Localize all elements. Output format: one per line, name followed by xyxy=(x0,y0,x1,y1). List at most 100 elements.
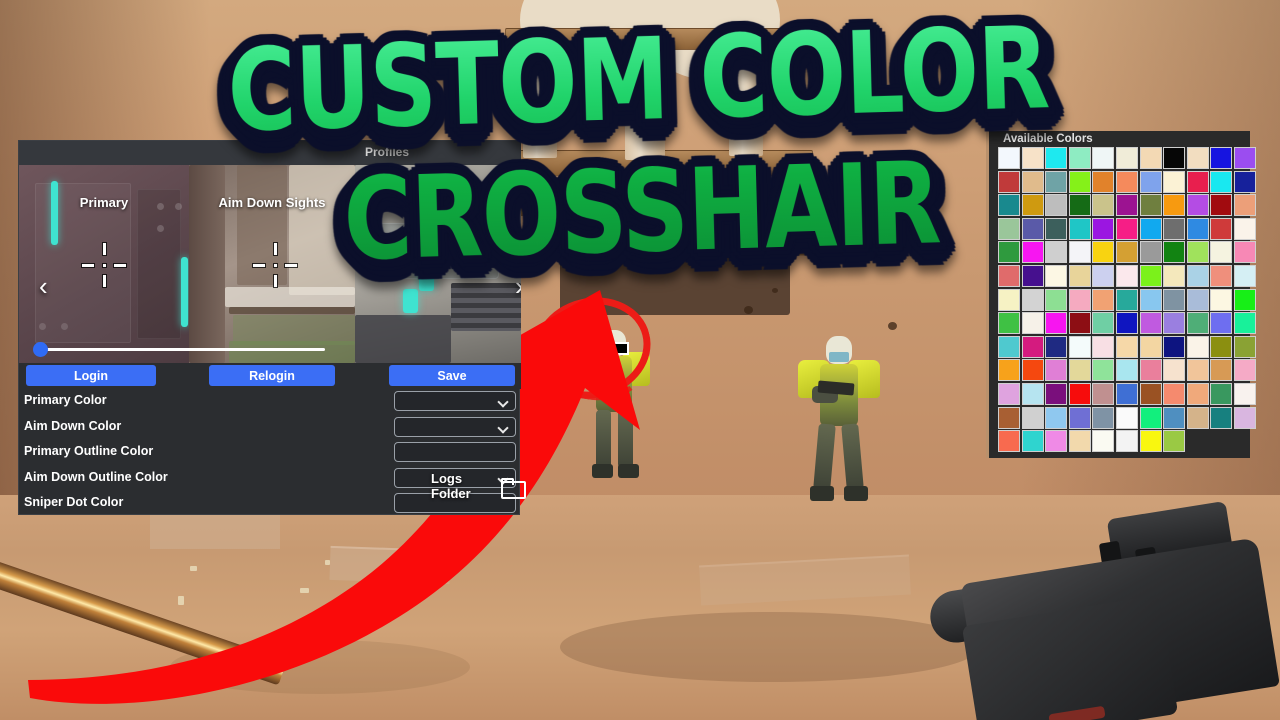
color-swatch[interactable] xyxy=(1069,265,1091,287)
color-swatch[interactable] xyxy=(998,265,1020,287)
color-swatch[interactable] xyxy=(1187,171,1209,193)
color-swatch[interactable] xyxy=(1069,430,1091,452)
color-swatch[interactable] xyxy=(1022,218,1044,240)
color-swatch[interactable] xyxy=(1163,430,1185,452)
preview-zoom-slider[interactable] xyxy=(19,337,521,363)
color-swatch[interactable] xyxy=(1234,265,1256,287)
color-swatch[interactable] xyxy=(1069,147,1091,169)
color-swatch[interactable] xyxy=(1140,241,1162,263)
color-swatch[interactable] xyxy=(1234,289,1256,311)
color-swatch[interactable] xyxy=(1092,171,1114,193)
color-swatch[interactable] xyxy=(1187,407,1209,429)
color-swatch[interactable] xyxy=(1022,241,1044,263)
color-swatch[interactable] xyxy=(1116,218,1138,240)
color-swatch[interactable] xyxy=(1092,407,1114,429)
color-swatch[interactable] xyxy=(1140,147,1162,169)
color-swatch[interactable] xyxy=(1234,194,1256,216)
color-swatch[interactable] xyxy=(998,312,1020,334)
color-swatch[interactable] xyxy=(1234,383,1256,405)
color-swatch[interactable] xyxy=(1116,407,1138,429)
color-swatch[interactable] xyxy=(1045,147,1067,169)
color-swatch[interactable] xyxy=(1045,171,1067,193)
color-swatch[interactable] xyxy=(1163,265,1185,287)
color-swatch[interactable] xyxy=(1045,289,1067,311)
aim-down-color-dropdown[interactable] xyxy=(394,417,516,437)
color-swatch[interactable] xyxy=(1210,383,1232,405)
color-swatch[interactable] xyxy=(1092,265,1114,287)
color-swatch[interactable] xyxy=(1092,218,1114,240)
color-swatch[interactable] xyxy=(1069,407,1091,429)
color-swatch[interactable] xyxy=(1187,383,1209,405)
color-swatch[interactable] xyxy=(1234,336,1256,358)
color-swatch[interactable] xyxy=(1210,359,1232,381)
color-swatch[interactable] xyxy=(1092,147,1114,169)
color-swatch[interactable] xyxy=(998,147,1020,169)
color-swatch[interactable] xyxy=(1022,147,1044,169)
color-swatch[interactable] xyxy=(1069,312,1091,334)
color-swatch[interactable] xyxy=(1022,265,1044,287)
color-swatch[interactable] xyxy=(1234,218,1256,240)
color-swatch[interactable] xyxy=(1140,194,1162,216)
color-swatch[interactable] xyxy=(998,194,1020,216)
color-swatch[interactable] xyxy=(1116,383,1138,405)
color-swatch[interactable] xyxy=(1116,171,1138,193)
color-swatch[interactable] xyxy=(1069,171,1091,193)
primary-outline-color-dropdown[interactable] xyxy=(394,442,516,462)
color-swatch[interactable] xyxy=(1045,194,1067,216)
color-swatch[interactable] xyxy=(1187,194,1209,216)
color-swatch[interactable] xyxy=(1022,171,1044,193)
color-swatch[interactable] xyxy=(1210,312,1232,334)
color-swatch[interactable] xyxy=(1069,194,1091,216)
color-swatch[interactable] xyxy=(1092,241,1114,263)
color-swatch[interactable] xyxy=(1116,336,1138,358)
color-swatch[interactable] xyxy=(1022,194,1044,216)
color-swatch[interactable] xyxy=(1187,289,1209,311)
color-swatch[interactable] xyxy=(1022,383,1044,405)
color-swatch[interactable] xyxy=(1116,312,1138,334)
color-swatch[interactable] xyxy=(998,171,1020,193)
color-swatch[interactable] xyxy=(1140,171,1162,193)
color-swatch[interactable] xyxy=(1092,289,1114,311)
relogin-button[interactable]: Relogin xyxy=(209,365,335,386)
color-swatch[interactable] xyxy=(1163,171,1185,193)
login-button[interactable]: Login xyxy=(26,365,156,386)
color-swatch[interactable] xyxy=(1187,218,1209,240)
color-swatch[interactable] xyxy=(1140,289,1162,311)
color-swatch[interactable] xyxy=(1163,359,1185,381)
color-swatch[interactable] xyxy=(1069,383,1091,405)
color-swatch[interactable] xyxy=(1116,359,1138,381)
color-swatch[interactable] xyxy=(1234,407,1256,429)
color-swatch[interactable] xyxy=(1140,407,1162,429)
color-swatch[interactable] xyxy=(998,359,1020,381)
color-swatch[interactable] xyxy=(998,336,1020,358)
color-swatch[interactable] xyxy=(1140,383,1162,405)
color-swatch[interactable] xyxy=(998,430,1020,452)
color-swatch[interactable] xyxy=(1140,218,1162,240)
color-swatch[interactable] xyxy=(1234,147,1256,169)
color-swatch[interactable] xyxy=(1045,430,1067,452)
color-swatch[interactable] xyxy=(1045,241,1067,263)
color-swatch[interactable] xyxy=(1022,312,1044,334)
color-swatch[interactable] xyxy=(1069,359,1091,381)
color-swatch[interactable] xyxy=(1116,241,1138,263)
color-swatch[interactable] xyxy=(1163,289,1185,311)
color-swatch[interactable] xyxy=(1045,383,1067,405)
color-swatch[interactable] xyxy=(1140,312,1162,334)
color-swatch[interactable] xyxy=(1210,289,1232,311)
color-swatch[interactable] xyxy=(1210,171,1232,193)
slider-thumb[interactable] xyxy=(33,342,48,357)
color-swatch[interactable] xyxy=(1163,241,1185,263)
color-swatch[interactable] xyxy=(1187,265,1209,287)
color-swatch[interactable] xyxy=(1234,241,1256,263)
color-swatch[interactable] xyxy=(1045,359,1067,381)
color-swatch[interactable] xyxy=(1210,336,1232,358)
color-swatch[interactable] xyxy=(1210,218,1232,240)
color-swatch[interactable] xyxy=(1022,359,1044,381)
topbar-profiles-label[interactable]: Profiles xyxy=(365,145,409,159)
color-swatch[interactable] xyxy=(1140,359,1162,381)
save-button[interactable]: Save xyxy=(389,365,515,386)
color-swatch[interactable] xyxy=(1234,359,1256,381)
color-swatch[interactable] xyxy=(1163,194,1185,216)
color-swatch[interactable] xyxy=(998,407,1020,429)
color-swatch[interactable] xyxy=(1045,336,1067,358)
